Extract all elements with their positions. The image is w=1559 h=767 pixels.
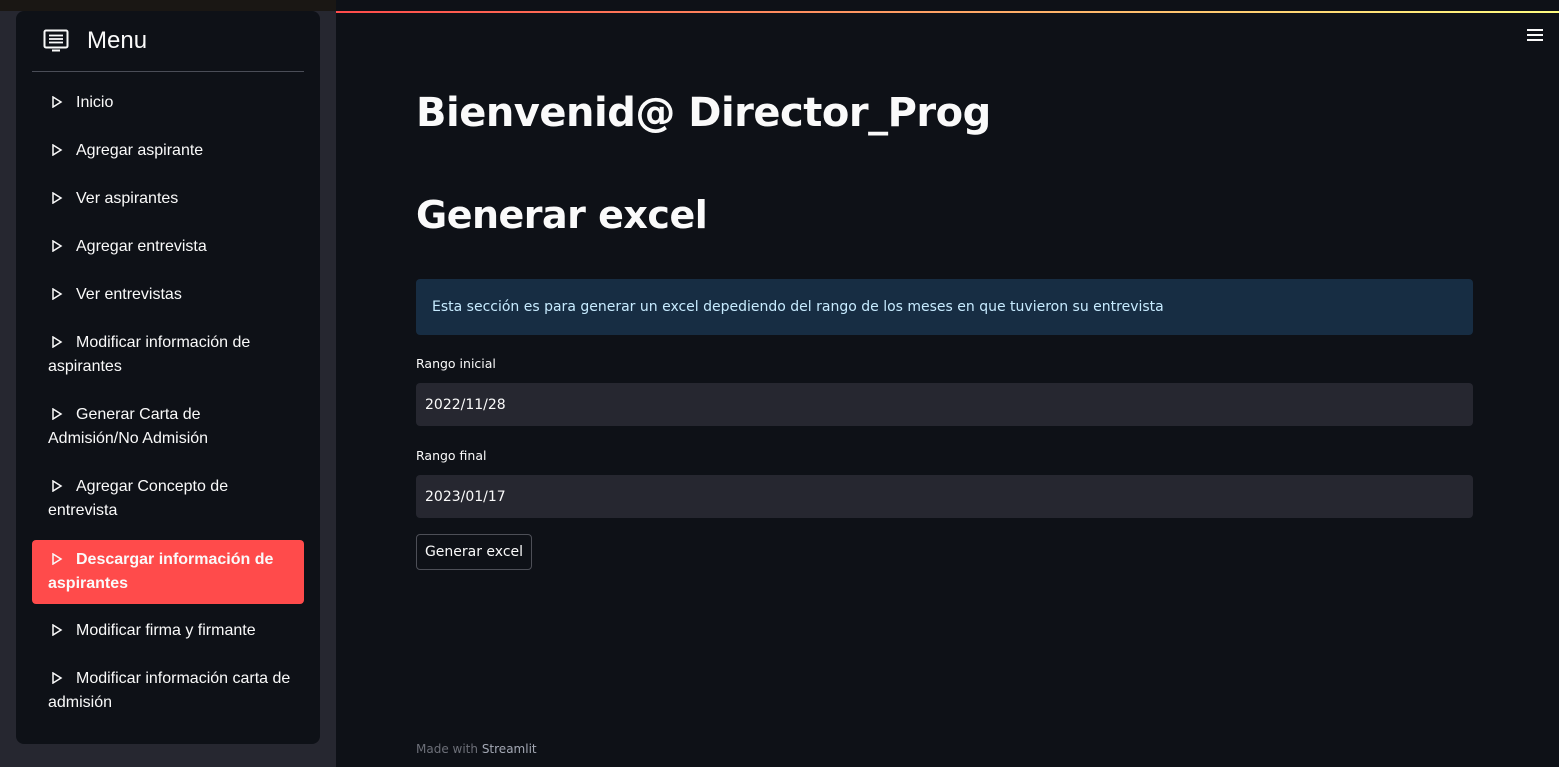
page-title: Bienvenid@ Director_Prog	[416, 90, 991, 136]
end-range-input[interactable]	[416, 475, 1473, 518]
nav-item-inicio[interactable]: Inicio	[32, 91, 304, 115]
nav-item-label: Modificar información carta de admisión	[48, 670, 291, 711]
menu-list-icon	[43, 29, 69, 52]
caret-right-icon	[52, 144, 63, 156]
nav-item-ver-entrevistas[interactable]: Ver entrevistas	[32, 283, 304, 307]
menu-card: Menu Inicio Agregar aspirante Ver aspira…	[16, 11, 320, 744]
hamburger-menu-icon[interactable]	[1527, 29, 1543, 43]
nav-item-label: Agregar aspirante	[76, 142, 204, 159]
footer-prefix: Made with	[416, 742, 478, 756]
nav-item-generar-carta[interactable]: Generar Carta de Admisión/No Admisión	[32, 403, 304, 451]
nav-item-agregar-entrevista[interactable]: Agregar entrevista	[32, 235, 304, 259]
nav-item-label: Agregar Concepto de entrevista	[48, 478, 229, 519]
caret-right-icon	[52, 192, 63, 204]
caret-right-icon	[52, 336, 63, 348]
footer: Made with Streamlit	[416, 742, 537, 756]
nav-item-modificar-informacion[interactable]: Modificar información de aspirantes	[32, 331, 304, 379]
caret-right-icon	[52, 288, 63, 300]
caret-right-icon	[52, 480, 63, 492]
menu-header: Menu	[32, 11, 304, 72]
caret-right-icon	[52, 96, 63, 108]
nav-item-label: Agregar entrevista	[76, 238, 207, 255]
header-decoration-bar	[336, 11, 1559, 13]
caret-right-icon	[52, 408, 63, 420]
info-alert: Esta sección es para generar un excel de…	[416, 279, 1473, 335]
section-title: Generar excel	[416, 193, 708, 237]
caret-right-icon	[52, 624, 63, 636]
caret-right-icon	[52, 240, 63, 252]
menu-title: Menu	[87, 27, 148, 54]
top-strip	[0, 0, 336, 11]
caret-right-icon	[52, 553, 63, 565]
nav-item-label: Modificar información de aspirantes	[48, 334, 251, 375]
caret-right-icon	[52, 672, 63, 684]
start-range-label: Rango inicial	[416, 356, 496, 371]
start-range-input[interactable]	[416, 383, 1473, 426]
nav-item-label: Generar Carta de Admisión/No Admisión	[48, 406, 209, 447]
end-range-label: Rango final	[416, 448, 487, 463]
nav-item-label: Ver entrevistas	[76, 286, 182, 303]
nav-item-agregar-concepto[interactable]: Agregar Concepto de entrevista	[32, 475, 304, 523]
nav-item-label: Modificar firma y firmante	[76, 622, 256, 639]
nav-item-modificar-carta[interactable]: Modificar información carta de admisión	[32, 667, 304, 715]
nav-item-ver-aspirantes[interactable]: Ver aspirantes	[32, 187, 304, 211]
nav-item-agregar-aspirante[interactable]: Agregar aspirante	[32, 139, 304, 163]
nav-item-label: Descargar información de aspirantes	[48, 551, 274, 592]
nav-item-label: Ver aspirantes	[76, 190, 179, 207]
footer-brand-link[interactable]: Streamlit	[482, 742, 537, 756]
nav-item-modificar-firma[interactable]: Modificar firma y firmante	[32, 619, 304, 643]
sidebar: Menu Inicio Agregar aspirante Ver aspira…	[0, 0, 336, 767]
generate-excel-button[interactable]: Generar excel	[416, 534, 532, 570]
nav-item-descargar-informacion[interactable]: Descargar información de aspirantes	[32, 540, 304, 604]
nav-item-label: Inicio	[76, 94, 114, 111]
